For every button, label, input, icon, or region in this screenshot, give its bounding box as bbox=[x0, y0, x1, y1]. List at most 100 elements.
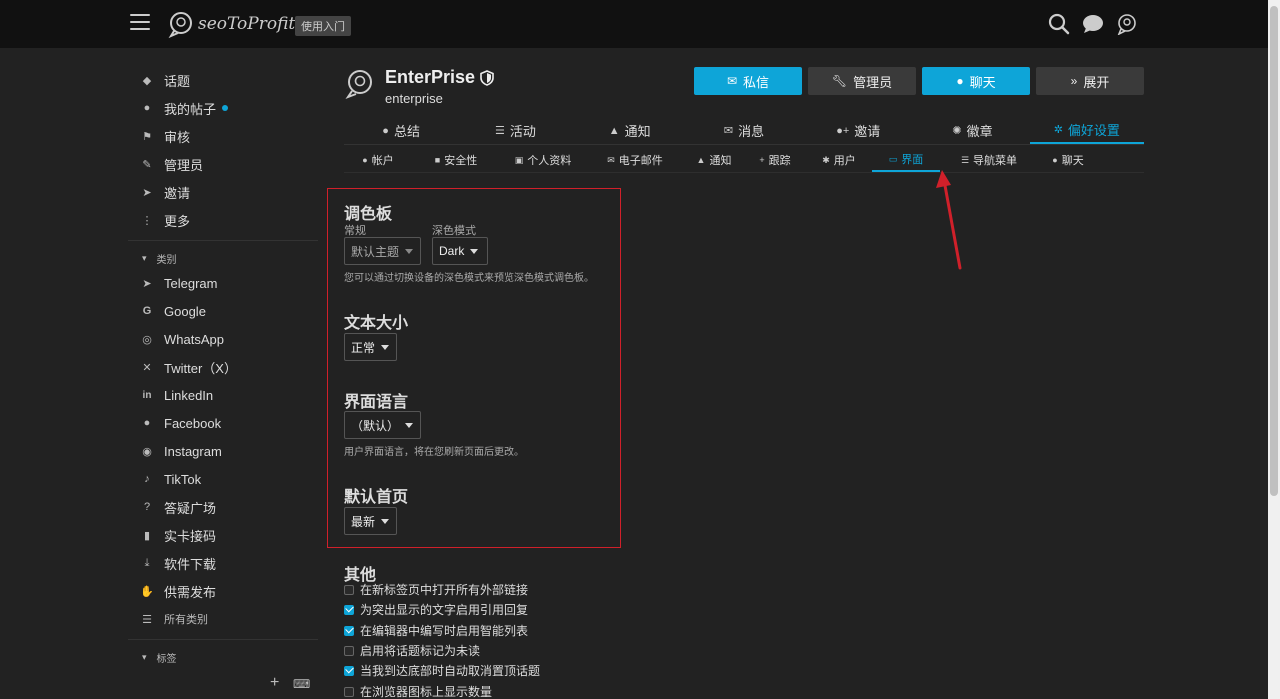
subtab-label: 聊天 bbox=[1061, 155, 1084, 167]
site-logo[interactable]: seoToProfit bbox=[166, 9, 295, 39]
tab-invites[interactable]: ●+ 邀请 bbox=[801, 117, 915, 144]
category-label: 软件下载 bbox=[164, 556, 217, 572]
sidebar-item-invite[interactable]: ➤ 邀请 bbox=[128, 178, 318, 206]
select-value: 默认主题 bbox=[351, 244, 400, 259]
add-icon[interactable]: + bbox=[270, 674, 279, 692]
checkbox[interactable] bbox=[344, 686, 354, 697]
scrollbar-thumb[interactable] bbox=[1270, 6, 1278, 496]
profile-username: enterprise bbox=[385, 91, 443, 106]
sidebar-item-review[interactable]: ⚑ 审核 bbox=[128, 122, 318, 150]
checkbox-checked[interactable] bbox=[344, 625, 354, 636]
regular-palette-label: 常规 bbox=[344, 225, 366, 237]
checkbox[interactable] bbox=[344, 645, 354, 656]
mail-icon: ✉ bbox=[607, 154, 615, 165]
homepage-select[interactable]: 最新 bbox=[344, 507, 397, 535]
avatar-icon[interactable] bbox=[1116, 13, 1138, 35]
subtab-notifications[interactable]: ▲ 通知 bbox=[684, 148, 744, 172]
category-label: WhatsApp bbox=[164, 331, 224, 347]
option-favicon-count[interactable]: 在浏览器图标上显示数量 bbox=[344, 683, 492, 699]
sidebar-category-facebook[interactable]: ● Facebook bbox=[128, 409, 318, 437]
subtab-chat[interactable]: ● 聊天 bbox=[1038, 148, 1098, 172]
menu-icon[interactable] bbox=[130, 14, 150, 32]
users-icon: ✱ bbox=[822, 154, 830, 165]
text-size-select[interactable]: 正常 bbox=[344, 333, 397, 361]
sidebar-category-supply[interactable]: ✋ 供需发布 bbox=[128, 577, 318, 605]
tab-messages[interactable]: ✉ 消息 bbox=[687, 117, 801, 144]
sidebar-item-more[interactable]: ⋮ 更多 bbox=[128, 206, 318, 234]
category-label: 实卡接码 bbox=[164, 528, 217, 544]
admin-button[interactable]: 🔧︎ 管理员 bbox=[808, 67, 916, 95]
option-label: 当我到达底部时自动取消置顶话题 bbox=[360, 664, 541, 678]
regular-palette-select[interactable]: 默认主题 bbox=[344, 237, 421, 265]
profile-name: EnterPrise bbox=[385, 67, 476, 87]
category-label: Facebook bbox=[164, 415, 222, 431]
page-scrollbar[interactable] bbox=[1268, 0, 1280, 699]
categories-section-toggle[interactable]: ▾ 类别 bbox=[128, 247, 318, 269]
tab-summary[interactable]: ● 总结 bbox=[344, 117, 458, 144]
subtab-tracking[interactable]: + 跟踪 bbox=[744, 148, 806, 172]
mail-icon: ✉ bbox=[726, 74, 738, 88]
button-label: 展开 bbox=[1083, 74, 1110, 90]
sidebar-category-instagram[interactable]: ◉ Instagram bbox=[128, 437, 318, 465]
option-auto-unpin[interactable]: 当我到达底部时自动取消置顶话题 bbox=[344, 662, 540, 679]
message-button[interactable]: ✉ 私信 bbox=[694, 67, 802, 95]
tiktok-icon: ♪ bbox=[144, 473, 150, 485]
sidebar-category-qa[interactable]: ? 答疑广场 bbox=[128, 493, 318, 521]
sidebar-category-whatsapp[interactable]: ◎ WhatsApp bbox=[128, 325, 318, 353]
sidebar-item-label: 审核 bbox=[164, 129, 191, 145]
sidebar-category-sim[interactable]: ▮ 实卡接码 bbox=[128, 521, 318, 549]
option-open-external-links[interactable]: 在新标签页中打开所有外部链接 bbox=[344, 581, 528, 598]
select-value: （默认） bbox=[351, 418, 400, 433]
sidebar-category-google[interactable]: G Google bbox=[128, 297, 318, 325]
wrench-icon: ✎ bbox=[142, 158, 152, 171]
language-select[interactable]: （默认） bbox=[344, 411, 421, 439]
keyboard-icon[interactable]: ⌨ bbox=[293, 677, 310, 691]
caret-down-icon bbox=[381, 344, 390, 350]
sidebar-item-my-posts[interactable]: ● 我的帖子 bbox=[128, 94, 318, 122]
option-mark-unread[interactable]: 启用将话题标记为未读 bbox=[344, 642, 480, 659]
checkbox-checked[interactable] bbox=[344, 604, 354, 615]
sidebar-item-label: 我的帖子 bbox=[164, 101, 217, 117]
x-icon: ✕ bbox=[142, 361, 152, 374]
tab-notifications[interactable]: ▲ 通知 bbox=[573, 117, 687, 144]
option-label: 在新标签页中打开所有外部链接 bbox=[360, 583, 529, 597]
sidebar-item-admin[interactable]: ✎ 管理员 bbox=[128, 150, 318, 178]
user-avatar[interactable] bbox=[344, 68, 376, 100]
tab-preferences[interactable]: ✲ 偏好设置 bbox=[1029, 117, 1144, 144]
tab-label: 通知 bbox=[624, 124, 651, 139]
sidebar-all-categories[interactable]: ☰ 所有类别 bbox=[128, 605, 318, 633]
subtab-profile[interactable]: ▣ 个人资料 bbox=[500, 148, 586, 172]
option-smart-lists[interactable]: 在编辑器中编写时启用智能列表 bbox=[344, 622, 528, 639]
subtab-security[interactable]: ■ 安全性 bbox=[412, 148, 500, 172]
category-label: Instagram bbox=[164, 443, 222, 459]
subtab-account[interactable]: ● 帐户 bbox=[344, 148, 412, 172]
tab-badges[interactable]: ✺ 徽章 bbox=[915, 117, 1029, 144]
checkbox-checked[interactable] bbox=[344, 665, 354, 676]
checkbox[interactable] bbox=[344, 584, 354, 595]
subtab-email[interactable]: ✉ 电子邮件 bbox=[586, 148, 684, 172]
subtab-label: 帐户 bbox=[371, 155, 394, 167]
tab-activity[interactable]: ☰ 活动 bbox=[458, 117, 572, 144]
expand-button[interactable]: » 展开 bbox=[1036, 67, 1144, 95]
sidebar-item-label: 更多 bbox=[164, 213, 191, 229]
tags-section-toggle[interactable]: ▾ 标签 bbox=[128, 646, 318, 668]
sidebar-category-twitter[interactable]: ✕ Twitter（X） bbox=[128, 353, 318, 381]
sidebar-item-topics[interactable]: ◆ 话题 bbox=[128, 66, 318, 94]
dark-palette-select[interactable]: Dark bbox=[432, 237, 488, 265]
annotation-arrow-icon bbox=[936, 170, 962, 270]
sidebar-category-download[interactable]: ⤓ 软件下载 bbox=[128, 549, 318, 577]
dark-mode-label: 深色模式 bbox=[432, 225, 476, 237]
tab-label: 总结 bbox=[393, 124, 420, 139]
bars-icon: ☰ bbox=[960, 154, 970, 165]
chat-icon[interactable] bbox=[1082, 13, 1104, 35]
option-quote-reply[interactable]: 为突出显示的文字启用引用回复 bbox=[344, 601, 528, 618]
profile-tabs: ● 总结 ☰ 活动 ▲ 通知 ✉ 消息 ●+ 邀请 ✺ 徽章 ✲ 偏好设置 bbox=[344, 117, 1144, 145]
sidebar-category-linkedin[interactable]: in LinkedIn bbox=[128, 381, 318, 409]
subtab-users[interactable]: ✱ 用户 bbox=[806, 148, 872, 172]
sidebar-category-tiktok[interactable]: ♪ TikTok bbox=[128, 465, 318, 493]
sidebar-category-telegram[interactable]: ➤ Telegram bbox=[128, 269, 318, 297]
getting-started-tag[interactable]: 使用入门 bbox=[295, 16, 351, 36]
all-categories-label: 所有类别 bbox=[164, 614, 208, 626]
chat-button[interactable]: ● 聊天 bbox=[922, 67, 1030, 95]
search-icon[interactable] bbox=[1048, 13, 1070, 35]
